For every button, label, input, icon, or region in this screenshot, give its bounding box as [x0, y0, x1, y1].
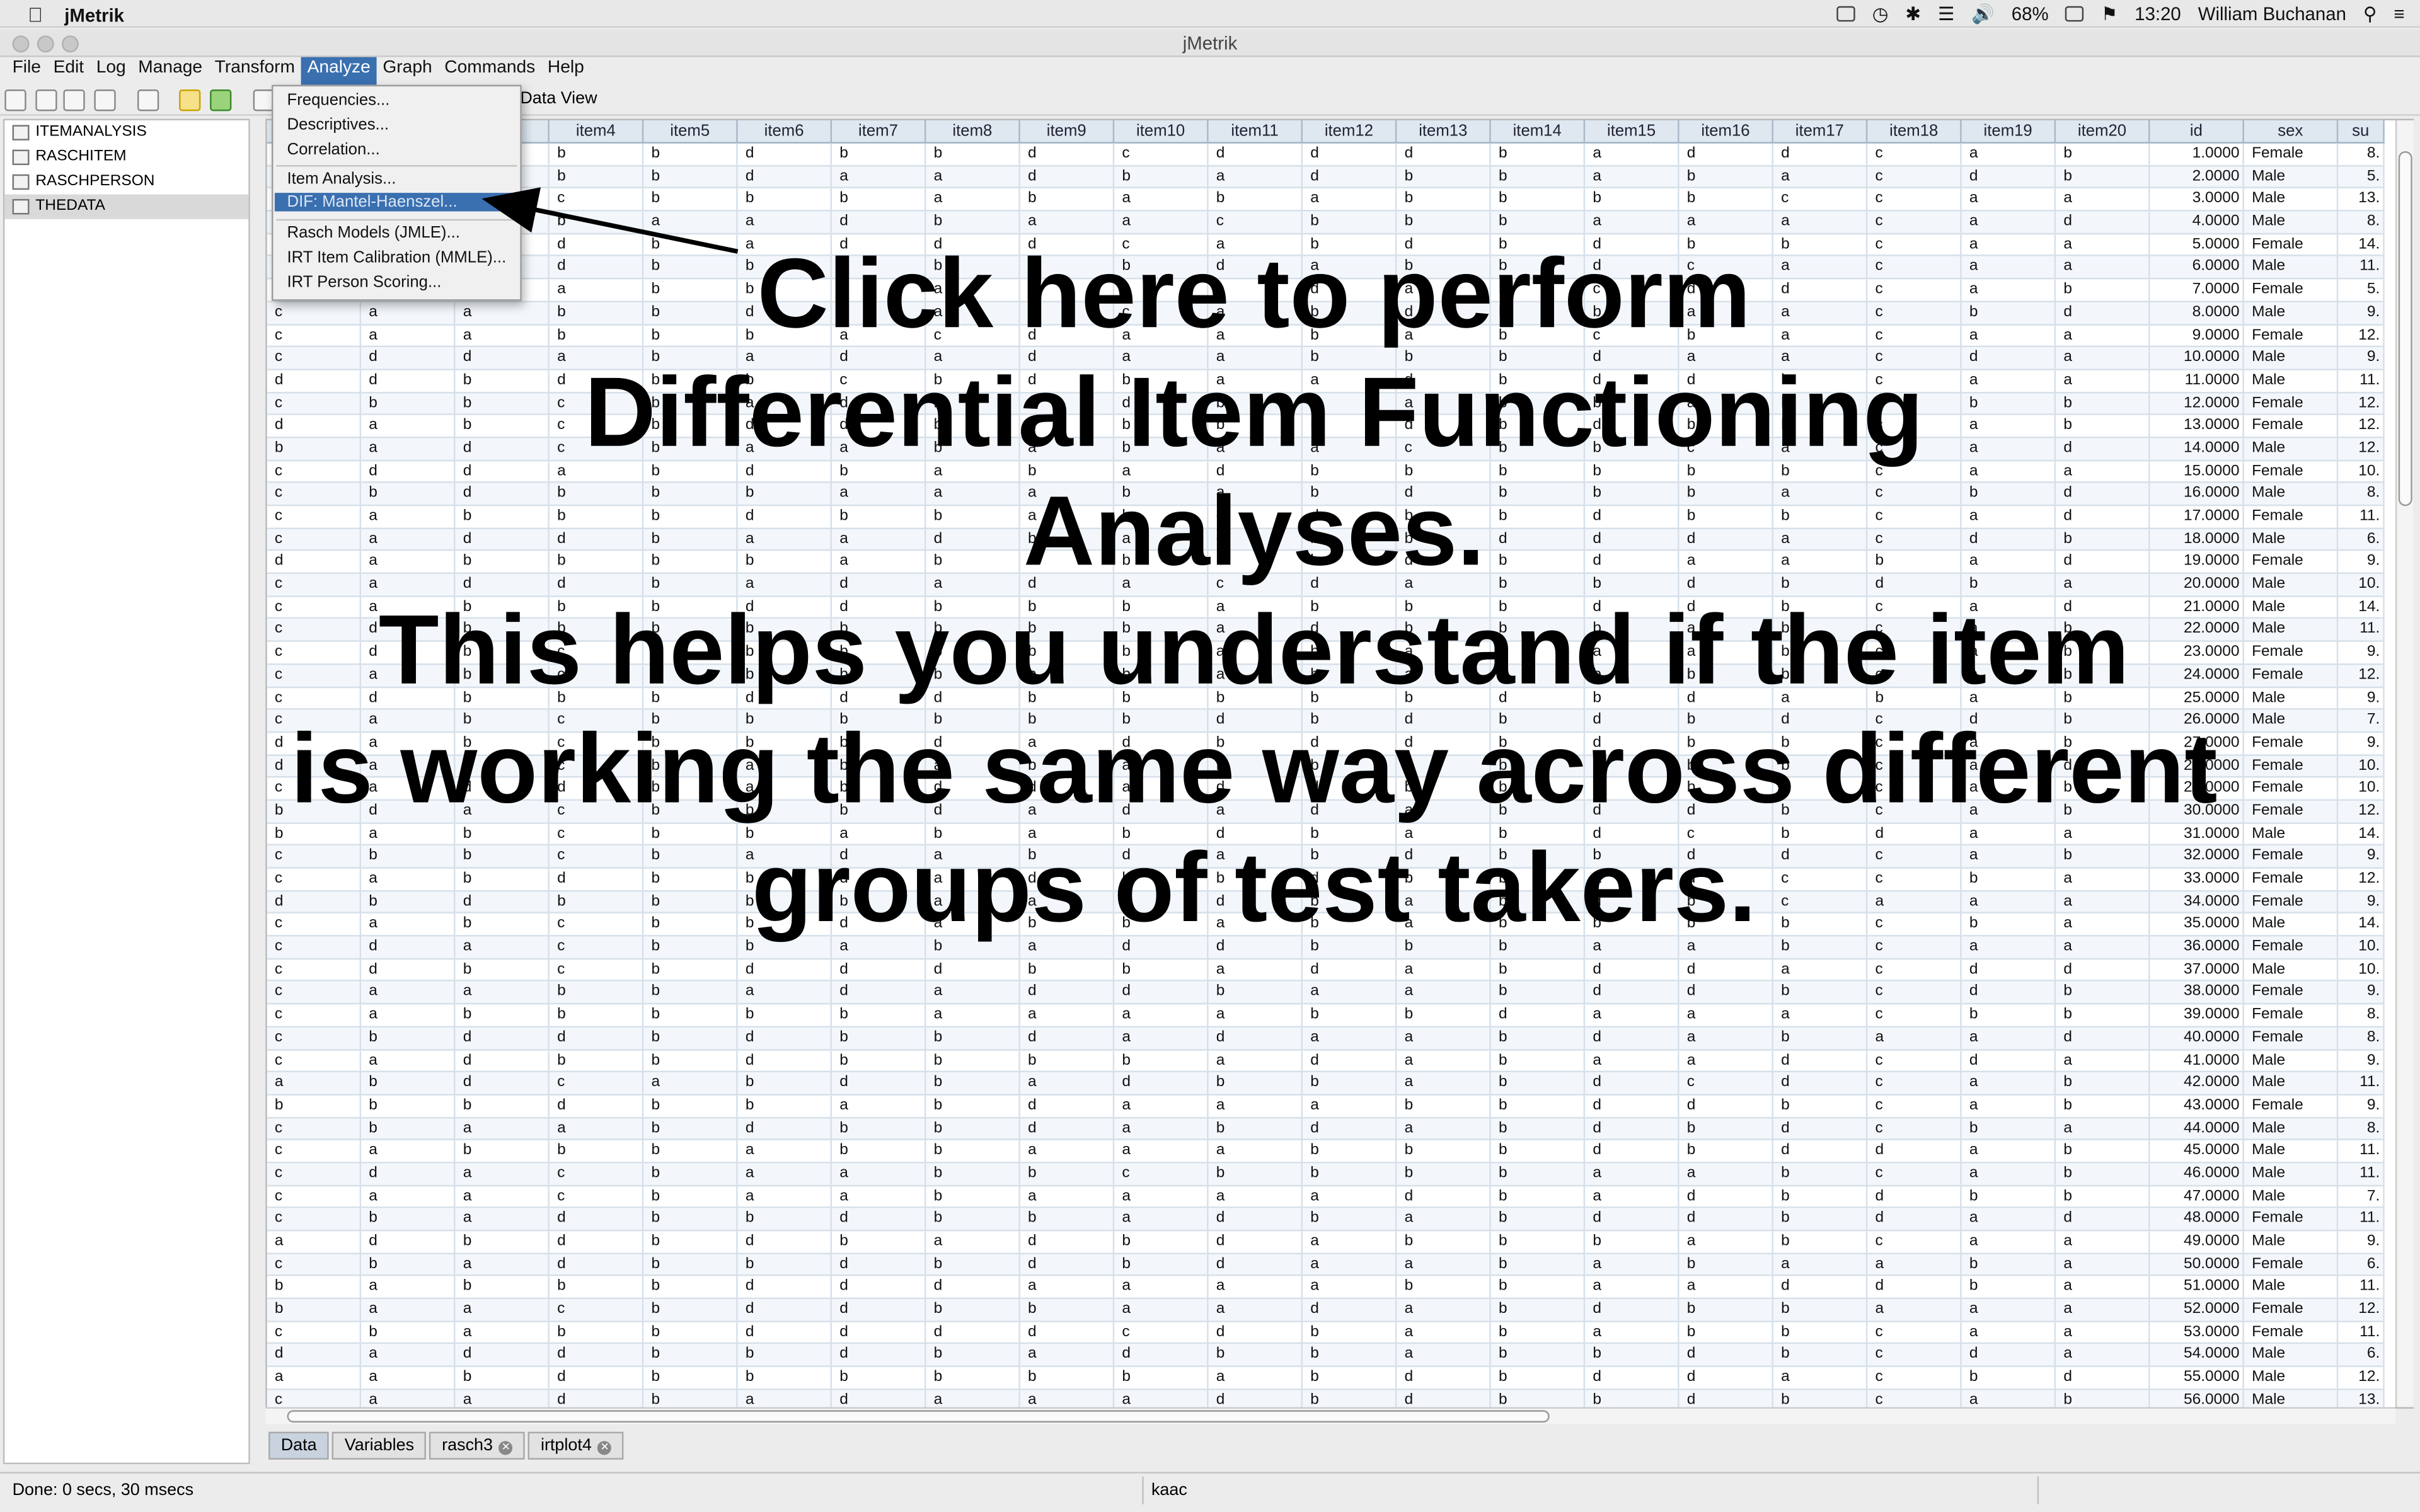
annotation-line: Differential Item Functioning: [584, 356, 1924, 468]
annotation-line: This helps you understand if the item: [378, 593, 2129, 706]
annotation-text: Click here to perform Differential Item …: [262, 234, 2245, 947]
annotation-line: is working the same way across different: [291, 713, 2218, 824]
annotation-line: Click here to perform: [757, 238, 1751, 349]
annotation-line: groups of test takers.: [751, 832, 1756, 943]
annotation-line: Analyses.: [1023, 475, 1485, 587]
screen:  jMetrik ◷ ✱ ☰ 🔊 68% ⚑ 13:20 William Bu…: [0, 0, 2420, 1512]
